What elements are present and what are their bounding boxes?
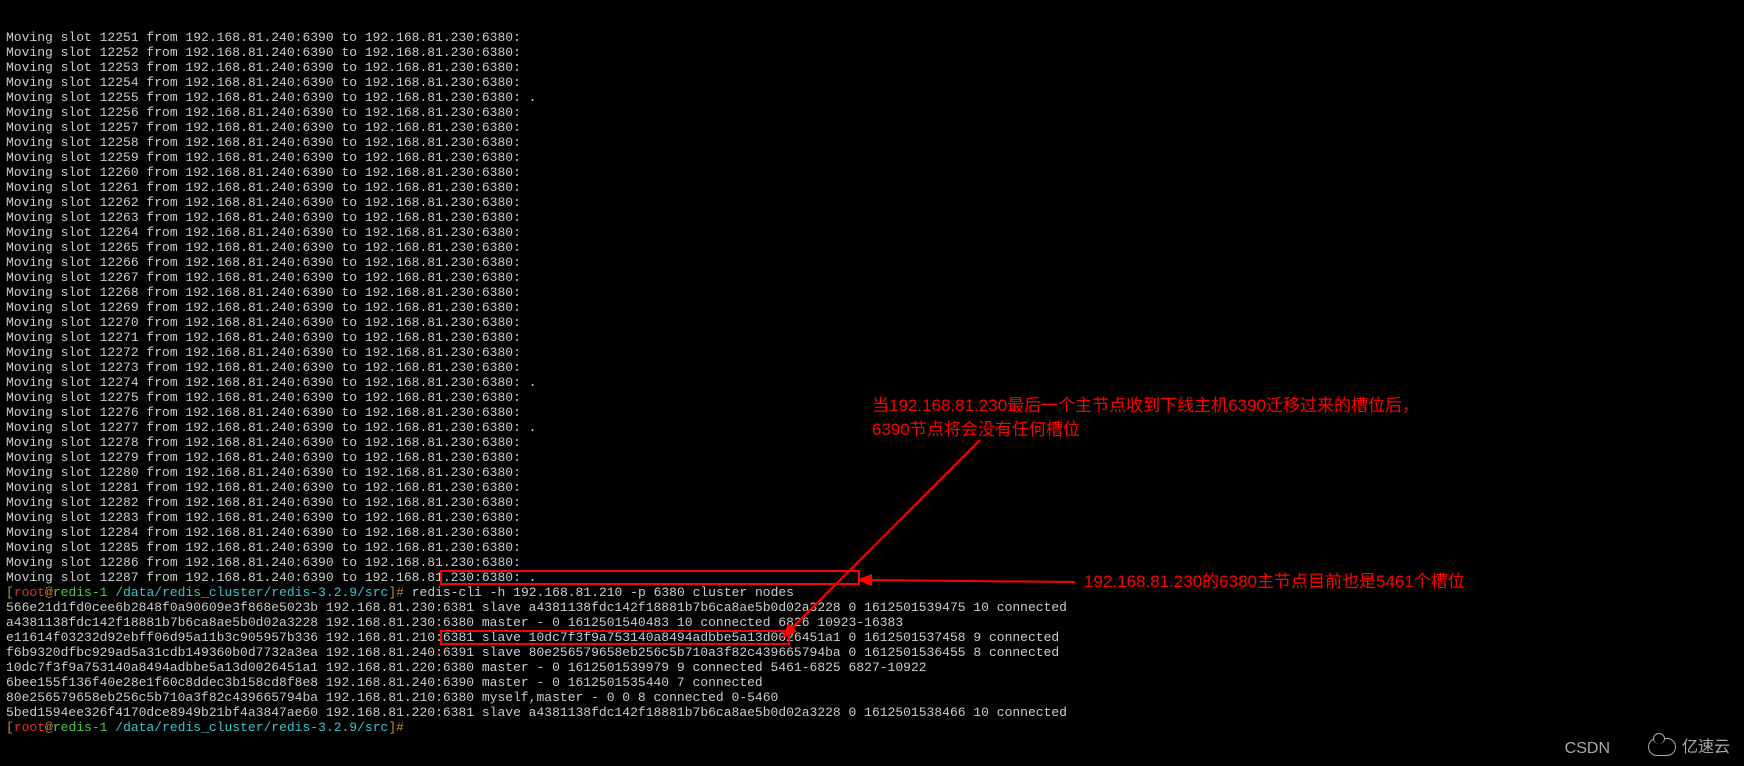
cluster-node-line: f6b9320dfbc929ad5a31cdb149360b0d7732a3ea…	[6, 645, 1744, 660]
cluster-node-line: e11614f03232d92ebff06d95a11b3c905957b336…	[6, 630, 1744, 645]
cloud-icon	[1648, 738, 1676, 756]
moving-slot-line: Moving slot 12281 from 192.168.81.240:63…	[6, 480, 1744, 495]
moving-slot-line: Moving slot 12287 from 192.168.81.240:63…	[6, 570, 1744, 585]
moving-slot-line: Moving slot 12266 from 192.168.81.240:63…	[6, 255, 1744, 270]
moving-slot-line: Moving slot 12254 from 192.168.81.240:63…	[6, 75, 1744, 90]
moving-slot-line: Moving slot 12285 from 192.168.81.240:63…	[6, 540, 1744, 555]
cluster-node-line: 566e21d1fd0cee6b2848f0a90609e3f868e5023b…	[6, 600, 1744, 615]
moving-slot-line: Moving slot 12282 from 192.168.81.240:63…	[6, 495, 1744, 510]
moving-slot-line: Moving slot 12263 from 192.168.81.240:63…	[6, 210, 1744, 225]
moving-slot-line: Moving slot 12256 from 192.168.81.240:63…	[6, 105, 1744, 120]
moving-slot-line: Moving slot 12284 from 192.168.81.240:63…	[6, 525, 1744, 540]
terminal-output: Moving slot 12251 from 192.168.81.240:63…	[0, 0, 1744, 750]
cluster-node-line: a4381138fdc142f18881b7b6ca8ae5b0d02a3228…	[6, 615, 1744, 630]
shell-prompt-line[interactable]: [root@redis-1 /data/redis_cluster/redis-…	[6, 720, 1744, 735]
moving-slot-line: Moving slot 12252 from 192.168.81.240:63…	[6, 45, 1744, 60]
moving-slot-line: Moving slot 12261 from 192.168.81.240:63…	[6, 180, 1744, 195]
moving-slot-line: Moving slot 12264 from 192.168.81.240:63…	[6, 225, 1744, 240]
cluster-node-line: 6bee155f136f40e28e1f60c8ddec3b158cd8f8e8…	[6, 675, 1744, 690]
moving-slot-line: Moving slot 12271 from 192.168.81.240:63…	[6, 330, 1744, 345]
moving-slot-line: Moving slot 12251 from 192.168.81.240:63…	[6, 30, 1744, 45]
cluster-node-line: 10dc7f3f9a753140a8494adbbe5a13d0026451a1…	[6, 660, 1744, 675]
moving-slot-line: Moving slot 12272 from 192.168.81.240:63…	[6, 345, 1744, 360]
shell-prompt-line[interactable]: [root@redis-1 /data/redis_cluster/redis-…	[6, 585, 1744, 600]
moving-slot-line: Moving slot 12267 from 192.168.81.240:63…	[6, 270, 1744, 285]
annotation-1-line2: 6390节点将会没有任何槽位	[872, 420, 1080, 439]
annotation-1: 当192.168.81.230最后一个主节点收到下线主机6390迁移过来的槽位后…	[872, 394, 1419, 442]
moving-slot-line: Moving slot 12262 from 192.168.81.240:63…	[6, 195, 1744, 210]
moving-slot-line: Moving slot 12265 from 192.168.81.240:63…	[6, 240, 1744, 255]
watermark: CSDN 亿速云	[1648, 738, 1730, 756]
moving-slot-line: Moving slot 12255 from 192.168.81.240:63…	[6, 90, 1744, 105]
moving-slot-line: Moving slot 12253 from 192.168.81.240:63…	[6, 60, 1744, 75]
moving-slot-line: Moving slot 12273 from 192.168.81.240:63…	[6, 360, 1744, 375]
cluster-node-line: 80e256579658eb256c5b710a3f82c439665794ba…	[6, 690, 1744, 705]
annotation-1-line1: 当192.168.81.230最后一个主节点收到下线主机6390迁移过来的槽位后…	[872, 396, 1419, 415]
watermark-csdn: CSDN	[1565, 741, 1610, 756]
moving-slot-line: Moving slot 12257 from 192.168.81.240:63…	[6, 120, 1744, 135]
moving-slot-line: Moving slot 12268 from 192.168.81.240:63…	[6, 285, 1744, 300]
moving-slot-line: Moving slot 12280 from 192.168.81.240:63…	[6, 465, 1744, 480]
moving-slot-line: Moving slot 12258 from 192.168.81.240:63…	[6, 135, 1744, 150]
moving-slot-line: Moving slot 12270 from 192.168.81.240:63…	[6, 315, 1744, 330]
moving-slot-line: Moving slot 12260 from 192.168.81.240:63…	[6, 165, 1744, 180]
moving-slot-line: Moving slot 12274 from 192.168.81.240:63…	[6, 375, 1744, 390]
cluster-node-line: 5bed1594ee326f4170dce8949b21bf4a3847ae60…	[6, 705, 1744, 720]
moving-slot-line: Moving slot 12259 from 192.168.81.240:63…	[6, 150, 1744, 165]
moving-slot-line: Moving slot 12279 from 192.168.81.240:63…	[6, 450, 1744, 465]
moving-slot-line: Moving slot 12269 from 192.168.81.240:63…	[6, 300, 1744, 315]
watermark-brand: 亿速云	[1682, 740, 1730, 755]
moving-slot-line: Moving slot 12283 from 192.168.81.240:63…	[6, 510, 1744, 525]
moving-slot-line: Moving slot 12286 from 192.168.81.240:63…	[6, 555, 1744, 570]
annotation-2: 192.168.81.230的6380主节点目前也是5461个槽位	[1084, 570, 1465, 594]
